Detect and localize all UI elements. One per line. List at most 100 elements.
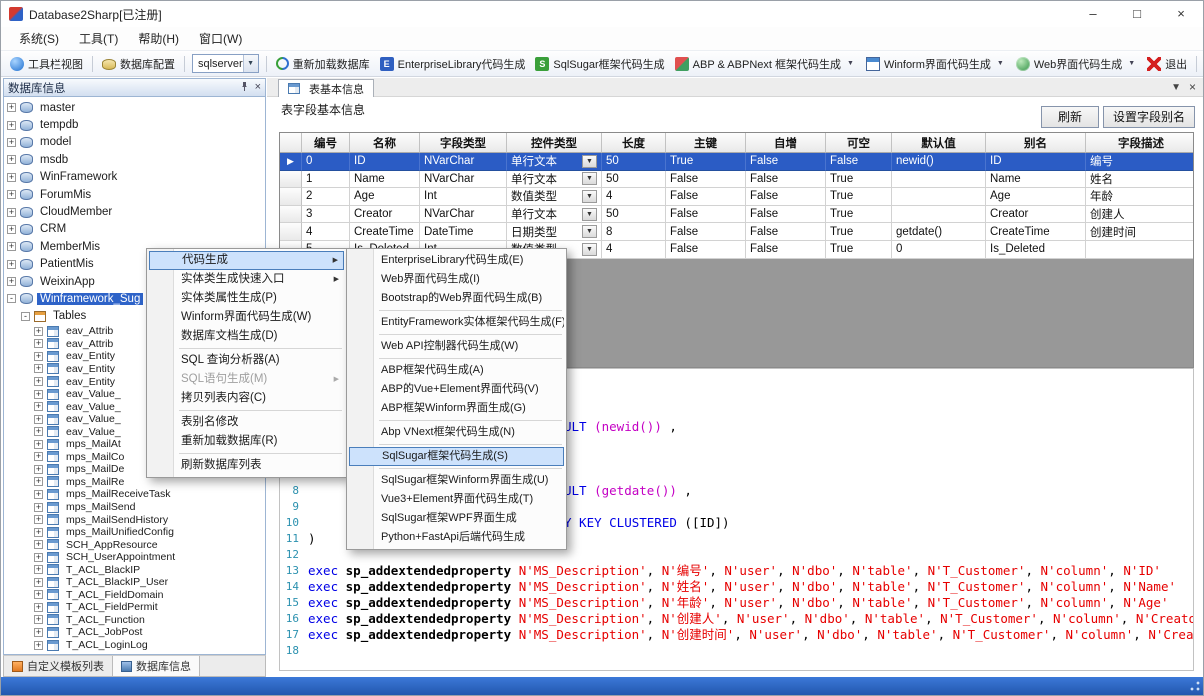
expand-toggle-icon[interactable]: + [34,515,43,524]
expand-toggle-icon[interactable]: + [34,503,43,512]
grid-cell[interactable]: False [746,153,826,171]
menu-item[interactable]: 表别名修改 [149,413,344,432]
grid-cell[interactable]: NVarChar [420,171,507,189]
tree-item[interactable]: +SCH_AppResource [4,538,265,551]
expand-toggle-icon[interactable]: + [34,540,43,549]
expand-toggle-icon[interactable]: + [34,390,43,399]
grid-cell[interactable]: DateTime [420,223,507,241]
column-header[interactable]: 编号 [302,133,350,153]
menu-item[interactable]: 实体类属性生成(P) [149,289,344,308]
dropdown-icon[interactable]: ▼ [582,208,597,221]
dropdown-icon[interactable]: ▼ [582,172,597,185]
tree-item[interactable]: +master [4,99,265,116]
expand-toggle-icon[interactable]: + [34,641,43,650]
tree-item[interactable]: +T_ACL_BlackIP_User [4,576,265,589]
grid-cell[interactable]: False [746,223,826,241]
tree-item[interactable]: +mps_MailUnifiedConfig [4,526,265,539]
tree-item[interactable]: +mps_MailReceiveTask [4,488,265,501]
menu-item[interactable]: EntityFramework实体框架代码生成(F) [349,313,564,332]
grid-cell[interactable]: Creator [350,206,420,224]
expand-toggle-icon[interactable]: + [7,173,16,182]
expand-toggle-icon[interactable]: + [7,242,16,251]
dropdown-icon[interactable]: ▼ [582,243,597,256]
grid-cell[interactable]: 0 [892,241,986,259]
grid-cell[interactable]: 编号 [1086,153,1194,171]
expand-toggle-icon[interactable]: + [7,260,16,269]
tree-item[interactable]: +WinFramework [4,169,265,186]
dropdown-icon[interactable]: ▼ [582,190,597,203]
enterprise-library-codegen-button[interactable]: EnterpriseLibrary代码生成 [376,54,530,74]
grid-cell[interactable]: 8 [602,223,666,241]
grid-cell[interactable]: 50 [602,171,666,189]
column-header[interactable]: 可空 [826,133,892,153]
menu-item[interactable]: Web界面代码生成(I) [349,270,564,289]
winform-dropdown-icon[interactable]: ▼ [995,60,1006,67]
grid-cell[interactable] [892,206,986,224]
menu-item[interactable]: SqlSugar框架WPF界面生成 [349,509,564,528]
expand-toggle-icon[interactable]: + [34,364,43,373]
expand-toggle-icon[interactable]: + [34,352,43,361]
expand-toggle-icon[interactable]: + [34,565,43,574]
grid-cell[interactable]: 创建人 [1086,206,1194,224]
table-row[interactable]: 1NameNVarChar单行文本▼50FalseFalseTrueName姓名 [280,171,1193,189]
tree-item[interactable]: +msdb [4,151,265,168]
grid-cell[interactable]: 0 [302,153,350,171]
resize-grip[interactable] [1188,680,1201,693]
menu-tools[interactable]: 工具(T) [69,27,128,50]
grid-cell[interactable]: 数值类型▼ [507,188,602,206]
tree-item[interactable]: +T_ACL_Function [4,614,265,627]
grid-cell[interactable]: ID [350,153,420,171]
column-header[interactable]: 主键 [666,133,746,153]
refresh-button[interactable]: 刷新 [1041,106,1099,128]
menu-item[interactable]: 数据库文档生成(D) [149,327,344,346]
tree-item[interactable]: +model [4,134,265,151]
web-codegen-button[interactable]: Web界面代码生成 ▼ [1012,54,1141,74]
minimize-button[interactable]: – [1071,1,1115,27]
expand-toggle-icon[interactable]: + [7,190,16,199]
column-header[interactable]: 别名 [986,133,1086,153]
grid-cell[interactable]: True [826,206,892,224]
abp-dropdown-icon[interactable]: ▼ [845,60,856,67]
column-header[interactable]: 默认值 [892,133,986,153]
expand-toggle-icon[interactable]: + [34,465,43,474]
database-type-combo[interactable]: sqlserver ▼ [192,54,259,73]
reload-database-button[interactable]: 重新加载数据库 [272,54,374,74]
column-header[interactable]: 长度 [602,133,666,153]
grid-cell[interactable]: Name [350,171,420,189]
expand-toggle-icon[interactable]: + [34,490,43,499]
expand-toggle-icon[interactable]: + [7,121,16,130]
grid-cell[interactable]: 年龄 [1086,188,1194,206]
tree-item[interactable]: +tempdb [4,116,265,133]
exit-button[interactable]: 退出 [1143,54,1191,74]
expand-toggle-icon[interactable]: + [34,603,43,612]
expand-toggle-icon[interactable]: + [34,377,43,386]
expand-toggle-icon[interactable]: + [34,477,43,486]
expand-toggle-icon[interactable]: + [34,427,43,436]
grid-cell[interactable]: 单行文本▼ [507,171,602,189]
database-config-button[interactable]: 数据库配置 [98,54,179,74]
grid-cell[interactable]: ID [986,153,1086,171]
grid-cell[interactable]: newid() [892,153,986,171]
grid-cell[interactable] [892,188,986,206]
menu-item[interactable]: ABP框架Winform界面生成(G) [349,399,564,418]
grid-cell[interactable]: Age [350,188,420,206]
tree-item[interactable]: +SCH_UserAppointment [4,551,265,564]
abp-codegen-button[interactable]: ABP & ABPNext 框架代码生成 ▼ [671,54,860,74]
tree-item[interactable]: +T_ACL_BlackIP [4,563,265,576]
grid-cell[interactable]: False [826,153,892,171]
menu-item[interactable]: Winform界面代码生成(W) [149,308,344,327]
grid-cell[interactable]: False [746,241,826,259]
menu-item[interactable]: SqlSugar框架Winform界面生成(U) [349,471,564,490]
maximize-button[interactable]: □ [1115,1,1159,27]
menu-item[interactable]: Bootstrap的Web界面代码生成(B) [349,289,564,308]
expand-toggle-icon[interactable]: + [34,615,43,624]
menu-item[interactable]: 刷新数据库列表 [149,456,344,475]
expand-toggle-icon[interactable]: + [34,578,43,587]
expand-toggle-icon[interactable]: + [34,440,43,449]
pin-icon[interactable] [239,81,250,95]
menu-item[interactable]: EnterpriseLibrary代码生成(E) [349,251,564,270]
expand-toggle-icon[interactable]: + [7,277,16,286]
menu-item[interactable]: Vue3+Element界面代码生成(T) [349,490,564,509]
grid-cell[interactable]: 姓名 [1086,171,1194,189]
winform-codegen-button[interactable]: Winform界面代码生成 ▼ [862,54,1010,74]
